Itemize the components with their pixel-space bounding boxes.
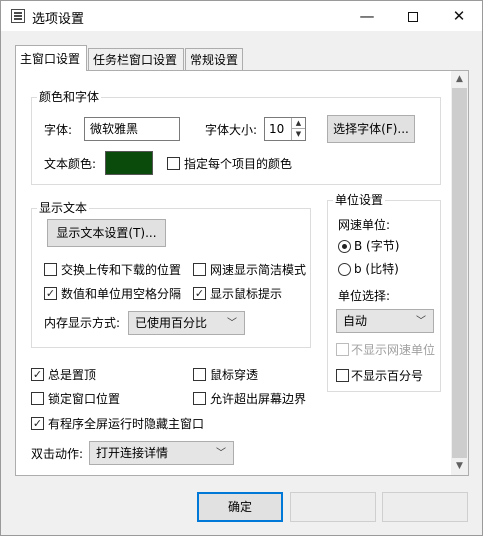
allow-offscreen-checkbox[interactable] [193,392,206,405]
text-color-swatch[interactable] [105,151,153,175]
minimize-icon: — [359,7,375,25]
maximize-button[interactable] [390,1,436,31]
hide-percent-checkbox[interactable] [336,369,349,382]
unit-byte-label[interactable]: B (字节) [354,238,399,254]
always-on-top-label[interactable]: 总是置顶 [48,367,96,383]
memory-display-label: 内存显示方式: [44,316,121,330]
speed-unit-label: 网速单位: [338,218,391,232]
mouse-tooltip-checkbox[interactable]: ✓ [193,287,206,300]
always-on-top-checkbox[interactable]: ✓ [31,368,44,381]
obscured-button[interactable] [290,492,376,522]
scroll-thumb[interactable] [452,88,467,458]
hide-on-fullscreen-label[interactable]: 有程序全屏运行时隐藏主窗口 [48,416,204,432]
font-size-value: 10 [269,122,285,136]
spin-up-icon[interactable]: ▲ [292,118,305,129]
font-size-spin-buttons: ▲ ▼ [291,118,305,140]
title-bar[interactable]: 选项设置 — ✕ [1,1,482,31]
text-color-label: 文本颜色: [44,157,97,171]
tab-taskbar-window[interactable]: 任务栏窗口设置 [88,48,184,70]
scroll-up-icon[interactable]: ▲ [451,71,468,88]
minimize-button[interactable]: — [344,1,390,31]
unit-bit-label[interactable]: b (比特) [354,261,399,277]
window-title: 选项设置 [32,12,85,27]
per-item-color-checkbox[interactable] [167,157,180,170]
lock-position-checkbox[interactable] [31,392,44,405]
hide-percent-label[interactable]: 不显示百分号 [351,368,423,384]
font-color-group-title: 颜色和字体 [37,90,102,104]
per-item-color-label[interactable]: 指定每个项目的颜色 [184,156,292,172]
font-label: 字体: [44,123,73,137]
chevron-down-icon: ﹀ [216,448,226,459]
space-separator-checkbox[interactable]: ✓ [44,287,57,300]
mouse-through-checkbox[interactable] [193,368,206,381]
unit-settings-group-title: 单位设置 [333,193,386,207]
hide-speed-unit-checkbox[interactable] [336,343,349,356]
hide-speed-unit-label[interactable]: 不显示网速单位 [351,342,435,358]
double-click-value: 打开连接详情 [96,446,169,460]
vertical-scrollbar[interactable]: ▲ ▼ [451,71,468,475]
lock-position-label[interactable]: 锁定窗口位置 [48,391,120,407]
obscured-button[interactable] [382,492,468,522]
swap-upload-download-checkbox[interactable] [44,263,57,276]
compact-speed-mode-checkbox[interactable] [193,263,206,276]
unit-select[interactable]: 自动 ﹀ [336,309,434,333]
close-icon: ✕ [452,7,466,25]
unit-select-value: 自动 [343,314,368,328]
font-size-label: 字体大小: [205,123,258,137]
double-click-label: 双击动作: [31,447,84,461]
options-dialog: 选项设置 — ✕ 主窗口设置 任务栏窗口设置 常规设置 ▲ ▼ 颜色和字体 字体… [0,0,483,536]
mouse-tooltip-label[interactable]: 显示鼠标提示 [210,286,282,302]
chevron-down-icon: ﹀ [416,316,426,327]
app-settings-icon [11,9,25,23]
display-text-settings-button[interactable]: 显示文本设置(T)... [47,219,166,247]
font-name-field[interactable]: 微软雅黑 [84,117,180,141]
spin-down-icon[interactable]: ▼ [292,129,305,140]
double-click-select[interactable]: 打开连接详情 ﹀ [89,441,234,465]
chevron-down-icon: ﹀ [227,318,237,329]
ok-button[interactable]: 确定 [197,492,283,522]
swap-upload-download-label[interactable]: 交换上传和下载的位置 [61,262,181,278]
font-size-spinner[interactable]: 10 ▲ ▼ [264,117,306,141]
tab-general[interactable]: 常规设置 [185,48,243,70]
space-separator-label[interactable]: 数值和单位用空格分隔 [61,286,181,302]
memory-display-select[interactable]: 已使用百分比 ﹀ [128,311,245,335]
compact-speed-mode-label[interactable]: 网速显示简洁模式 [210,262,306,278]
mouse-through-label[interactable]: 鼠标穿透 [210,367,258,383]
tab-main-window[interactable]: 主窗口设置 [15,45,87,71]
maximize-icon [408,11,418,22]
choose-font-button[interactable]: 选择字体(F)... [327,115,415,143]
close-button[interactable]: ✕ [436,1,482,31]
hide-on-fullscreen-checkbox[interactable]: ✓ [31,417,44,430]
unit-select-label: 单位选择: [338,289,391,303]
allow-offscreen-label[interactable]: 允许超出屏幕边界 [210,391,306,407]
scroll-down-icon[interactable]: ▼ [451,458,468,475]
unit-bit-radio[interactable] [338,263,351,276]
unit-byte-radio[interactable] [338,240,351,253]
memory-display-value: 已使用百分比 [135,316,208,330]
display-text-group-title: 显示文本 [37,201,90,215]
